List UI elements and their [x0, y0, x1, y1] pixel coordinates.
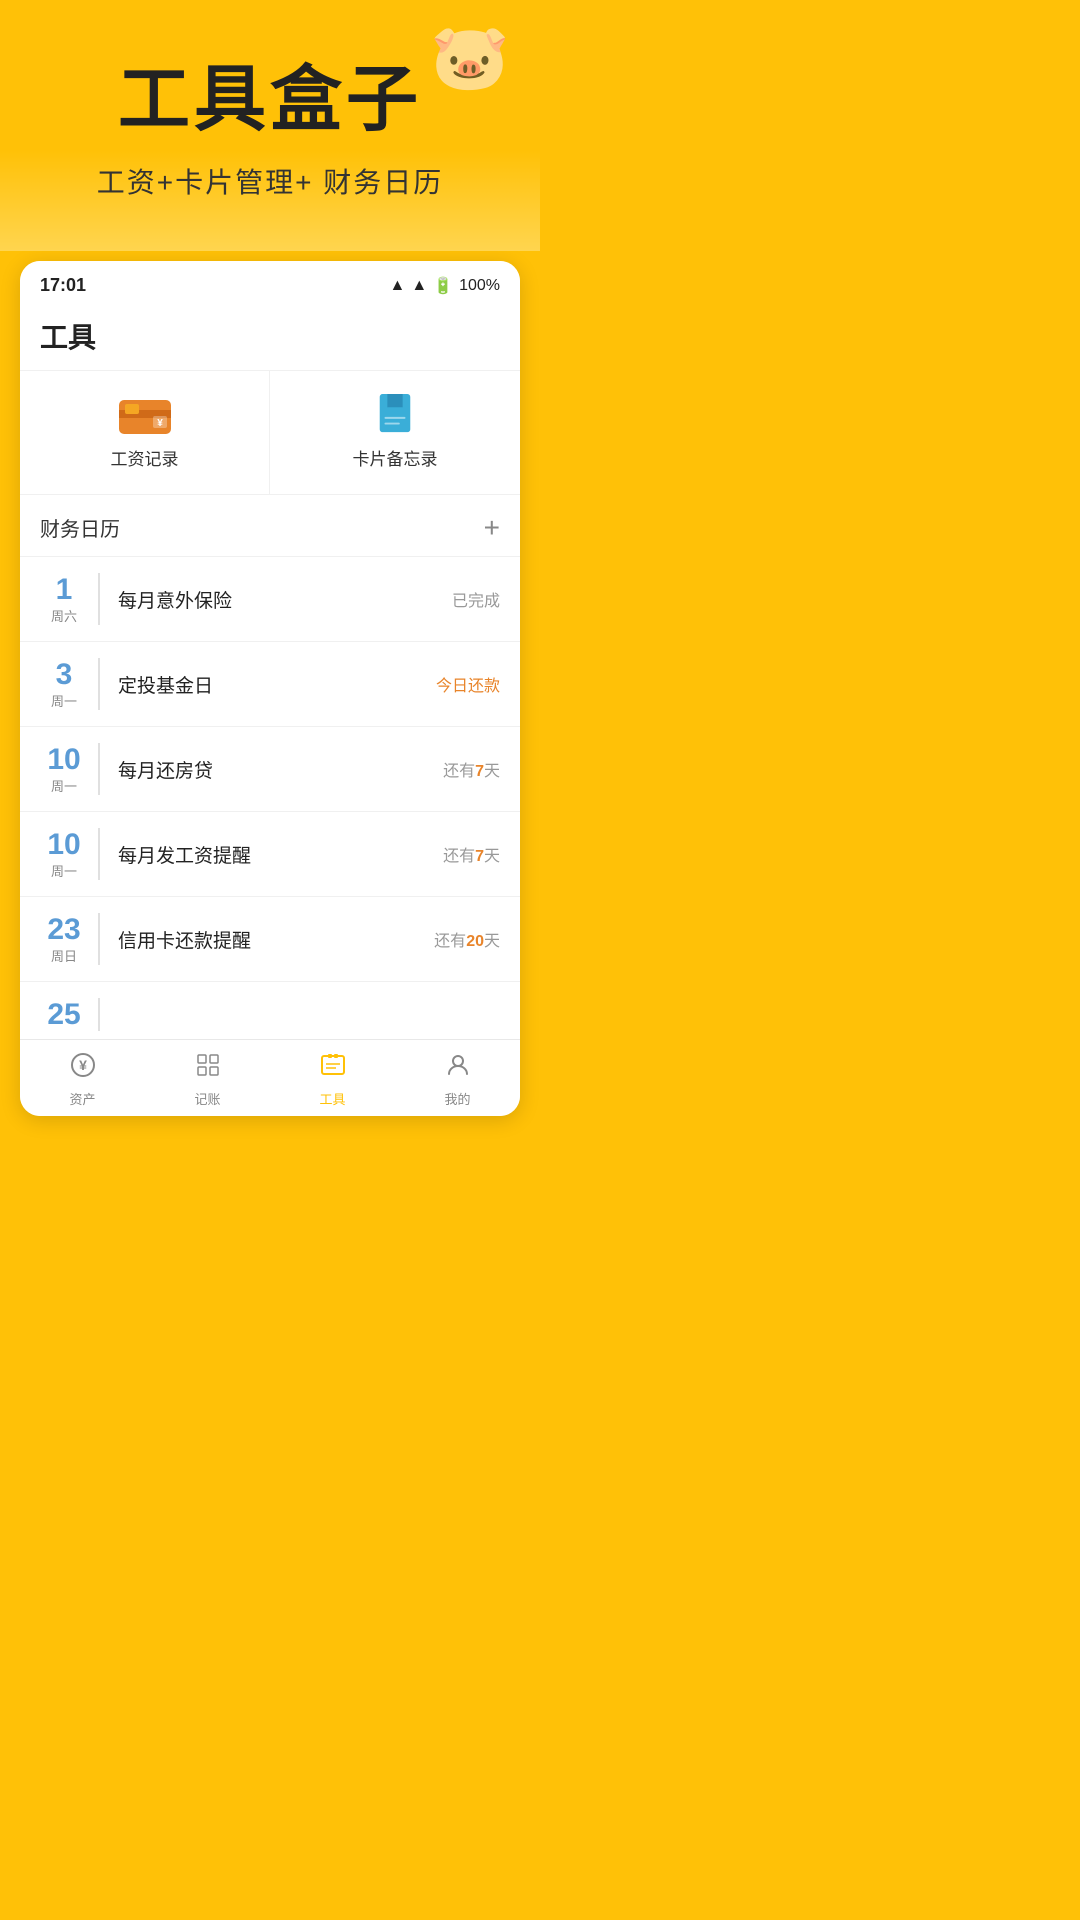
item-status-1: 今日还款 — [436, 672, 500, 696]
date-day-1: 周一 — [40, 691, 88, 710]
battery-percent: 100% — [459, 277, 500, 295]
calendar-item-0[interactable]: 1 周六 每月意外保险 已完成 — [20, 556, 520, 641]
item-name-4: 信用卡还款提醒 — [118, 926, 434, 953]
calendar-item-4[interactable]: 23 周日 信用卡还款提醒 还有20天 — [20, 896, 520, 981]
date-num-0: 1 — [40, 573, 88, 606]
date-day-4: 周日 — [40, 946, 88, 965]
app-header: 工具 — [20, 306, 520, 371]
svg-text:¥: ¥ — [79, 1057, 87, 1073]
signal-icon: ▲ — [411, 277, 427, 295]
item-name-3: 每月发工资提醒 — [118, 841, 443, 868]
nav-label-mine: 我的 — [444, 1089, 470, 1108]
nav-icon-assets: ¥ — [70, 1052, 96, 1085]
calendar-header: 财务日历 + — [20, 495, 520, 556]
piggy-icon: 🐷 — [430, 20, 510, 95]
battery-icon: 🔋 — [433, 276, 453, 296]
bottom-nav: ¥ 资产 记账 — [20, 1039, 520, 1116]
date-num-2: 10 — [40, 743, 88, 776]
nav-icon-mine — [445, 1052, 471, 1085]
nav-item-assets[interactable]: ¥ 资产 — [48, 1052, 118, 1108]
item-name-2: 每月还房贷 — [118, 756, 443, 783]
nav-icon-tools — [320, 1052, 346, 1085]
date-block-1: 3 周一 — [40, 658, 100, 710]
nav-item-mine[interactable]: 我的 — [423, 1052, 493, 1108]
date-num-5: 25 — [40, 998, 88, 1031]
nav-item-tools[interactable]: 工具 — [298, 1052, 368, 1108]
calendar-item-2[interactable]: 10 周一 每月还房贷 还有7天 — [20, 726, 520, 811]
card-memo-label: 卡片备忘录 — [353, 445, 438, 470]
item-name-1: 定投基金日 — [118, 671, 436, 698]
date-num-4: 23 — [40, 913, 88, 946]
item-status-4: 还有20天 — [434, 927, 500, 951]
date-day-3: 周一 — [40, 861, 88, 880]
date-block-4: 23 周日 — [40, 913, 100, 965]
calendar-item-1[interactable]: 3 周一 定投基金日 今日还款 — [20, 641, 520, 726]
page-header: 🐷 工具盒子 工资+卡片管理+ 财务日历 — [0, 0, 540, 251]
svg-text:¥: ¥ — [157, 418, 163, 429]
salary-label: 工资记录 — [111, 445, 179, 470]
calendar-section: 财务日历 + 1 周六 每月意外保险 已完成 3 周一 定投基金日 今日还款 1… — [20, 495, 520, 1039]
date-block-2: 10 周一 — [40, 743, 100, 795]
nav-label-bookkeeping: 记账 — [194, 1089, 220, 1108]
calendar-item-5-partial: 25 — [20, 981, 520, 1039]
date-day-2: 周一 — [40, 776, 88, 795]
nav-label-tools: 工具 — [319, 1089, 345, 1108]
nav-item-bookkeeping[interactable]: 记账 — [173, 1052, 243, 1108]
app-title: 工具 — [40, 322, 96, 353]
item-status-2: 还有7天 — [443, 757, 500, 781]
status-time: 17:01 — [40, 275, 86, 296]
card-memo-icon — [369, 395, 421, 435]
tool-item-card[interactable]: 卡片备忘录 — [270, 371, 520, 494]
add-event-button[interactable]: + — [484, 514, 500, 542]
wifi-icon: ▲ — [389, 277, 405, 295]
item-name-0: 每月意外保险 — [118, 586, 452, 613]
phone-mockup-card: 17:01 ▲ ▲ 🔋 100% 工具 — [20, 261, 520, 1116]
date-block-5: 25 — [40, 998, 100, 1031]
item-status-0: 已完成 — [452, 587, 500, 611]
status-icons: ▲ ▲ 🔋 100% — [389, 276, 500, 296]
date-num-1: 3 — [40, 658, 88, 691]
calendar-title: 财务日历 — [40, 513, 120, 542]
date-day-0: 周六 — [40, 606, 88, 625]
item-status-3: 还有7天 — [443, 842, 500, 866]
nav-label-assets: 资产 — [69, 1089, 95, 1108]
salary-icon: ¥ — [119, 395, 171, 435]
date-block-3: 10 周一 — [40, 828, 100, 880]
subtitle: 工资+卡片管理+ 财务日历 — [20, 161, 520, 201]
tool-item-salary[interactable]: ¥ 工资记录 — [20, 371, 270, 494]
date-num-3: 10 — [40, 828, 88, 861]
status-bar: 17:01 ▲ ▲ 🔋 100% — [20, 261, 520, 306]
nav-icon-bookkeeping — [195, 1052, 221, 1085]
date-block-0: 1 周六 — [40, 573, 100, 625]
tool-grid: ¥ 工资记录 卡片备忘录 — [20, 371, 520, 495]
calendar-item-3[interactable]: 10 周一 每月发工资提醒 还有7天 — [20, 811, 520, 896]
